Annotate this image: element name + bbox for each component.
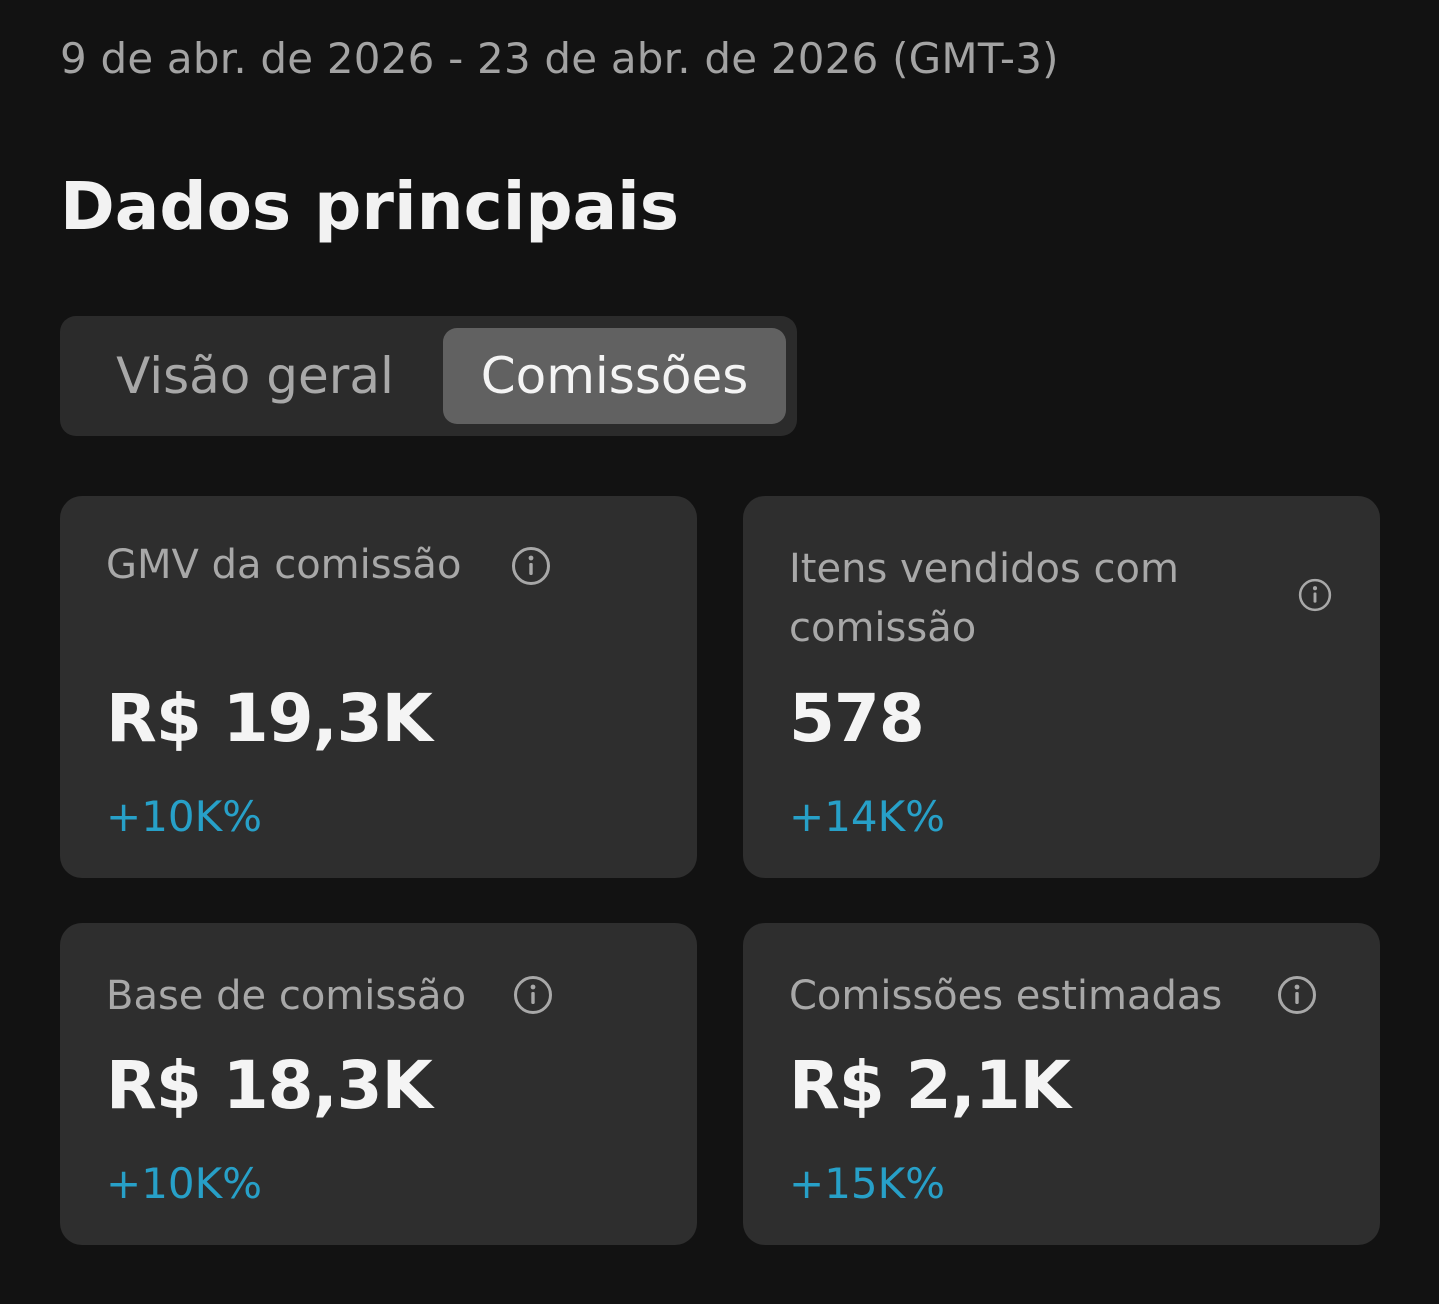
metric-change: +10K%	[106, 792, 263, 841]
metric-value: R$ 18,3K	[106, 1047, 433, 1124]
page: 9 de abr. de 2026 - 23 de abr. de 2026 (…	[0, 0, 1439, 1304]
section-title: Dados principais	[60, 168, 680, 245]
metric-value: 578	[789, 680, 925, 757]
metric-card-commission-base[interactable]: Base de comissão R$ 18,3K +10K%	[60, 923, 697, 1245]
metric-change: +14K%	[789, 792, 946, 841]
metric-card-estimated-commissions[interactable]: Comissões estimadas R$ 2,1K +15K%	[743, 923, 1380, 1245]
info-icon[interactable]	[1277, 975, 1317, 1015]
info-icon[interactable]	[513, 975, 553, 1015]
date-range[interactable]: 9 de abr. de 2026 - 23 de abr. de 2026 (…	[60, 34, 1059, 83]
metric-label: Comissões estimadas	[789, 973, 1223, 1019]
metric-value: R$ 19,3K	[106, 680, 433, 757]
info-icon[interactable]	[511, 546, 551, 586]
metric-label: Base de comissão	[106, 973, 467, 1019]
info-icon[interactable]	[1298, 578, 1332, 612]
metric-value: R$ 2,1K	[789, 1047, 1071, 1124]
metric-card-commission-gmv[interactable]: GMV da comissão R$ 19,3K +10K%	[60, 496, 697, 878]
segmented-control: Visão geral Comissões	[60, 316, 797, 436]
metric-label: Itens vendidos com comissão	[789, 546, 1179, 651]
metric-card-items-sold[interactable]: Itens vendidos com comissão 578 +14K%	[743, 496, 1380, 878]
metric-label: GMV da comissão	[106, 542, 462, 588]
metric-change: +15K%	[789, 1159, 946, 1208]
tab-commissions[interactable]: Comissões	[443, 328, 786, 424]
tab-overview[interactable]: Visão geral	[70, 328, 440, 424]
metric-change: +10K%	[106, 1159, 263, 1208]
